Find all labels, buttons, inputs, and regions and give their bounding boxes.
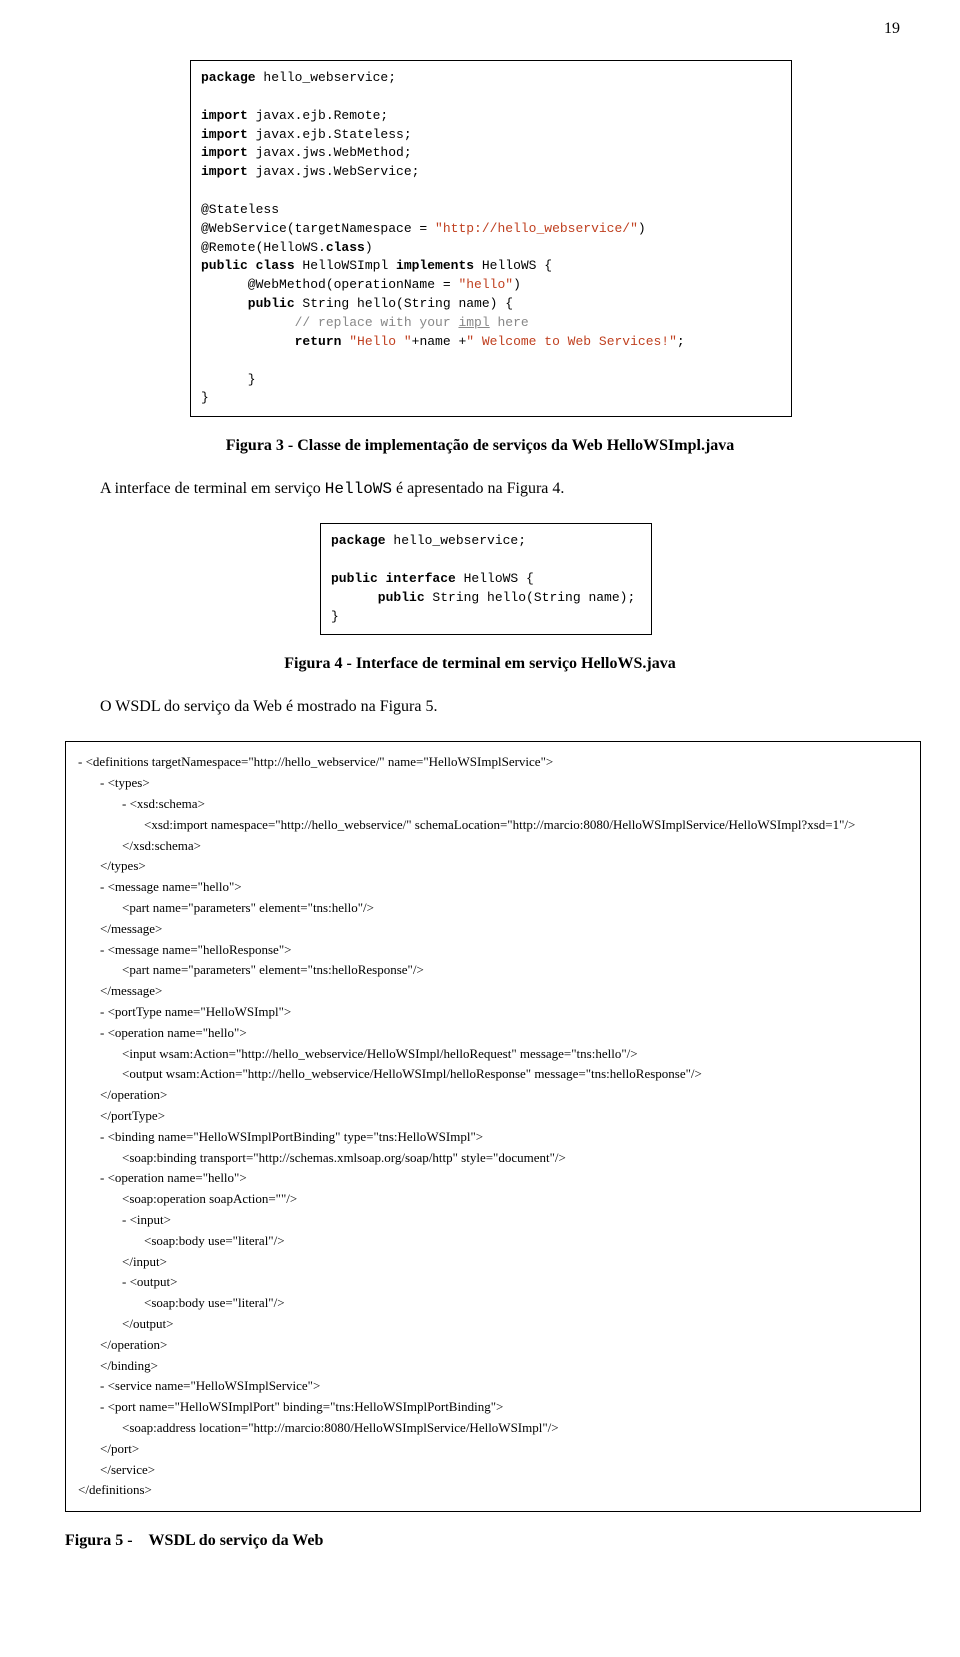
code-string: " Welcome to Web Services!" [466,334,677,349]
wsdl-line: </binding> [100,1356,908,1377]
code-kw: import [201,127,248,142]
caption-text: Figura 4 - Interface de terminal em serv… [284,655,675,672]
code-comment: impl [458,315,489,330]
code-text: HelloWS { [456,571,534,586]
wsdl-line: <xsd:import namespace="http://hello_webs… [144,815,908,836]
wsdl-line: - <operation name="hello"> [100,1168,908,1189]
wsdl-line: </service> [100,1460,908,1481]
wsdl-line: - <binding name="HelloWSImplPortBinding"… [100,1127,908,1148]
wsdl-line: - <service name="HelloWSImplService"> [100,1376,908,1397]
figure-4-caption: Figura 4 - Interface de terminal em serv… [60,655,900,673]
code-listing-1: package hello_webservice; import javax.e… [190,60,792,417]
wsdl-line: </output> [122,1314,908,1335]
code-kw: public [331,590,425,605]
caption-label: Figura 5 - [65,1532,137,1549]
wsdl-line: <soap:address location="http://marcio:80… [122,1418,908,1439]
wsdl-line: </message> [100,981,908,1002]
code-comment: // replace with your [201,315,458,330]
code-text: @Stateless [201,202,279,217]
wsdl-line: - <portType name="HelloWSImpl"> [100,1002,908,1023]
code-text: javax.jws.WebMethod; [248,145,412,160]
wsdl-line: - <message name="helloResponse"> [100,940,908,961]
code-string: "hello" [458,277,513,292]
code-text: javax.ejb.Stateless; [248,127,412,142]
code-kw: class [326,240,365,255]
wsdl-line: <output wsam:Action="http://hello_webser… [122,1064,908,1085]
wsdl-line: </types> [100,856,908,877]
inline-code: HelloWS [325,480,392,498]
wsdl-line: </input> [122,1252,908,1273]
wsdl-line: <input wsam:Action="http://hello_webserv… [122,1044,908,1065]
wsdl-line: <soap:operation soapAction=""/> [122,1189,908,1210]
wsdl-line: - <operation name="hello"> [100,1023,908,1044]
wsdl-line: <soap:body use="literal"/> [144,1231,908,1252]
code-kw: import [201,164,248,179]
text: é apresentado na Figura 4. [392,480,564,497]
wsdl-line: <part name="parameters" element="tns:hel… [122,898,908,919]
code-text: } [331,609,339,624]
wsdl-line: </operation> [100,1335,908,1356]
wsdl-line: - <types> [100,773,908,794]
figure-3-caption: Figura 3 - Classe de implementação de se… [60,437,900,455]
code-text: @WebService(targetNamespace = [201,221,435,236]
code-text: } [201,372,256,387]
code-text: javax.jws.WebService; [248,164,420,179]
code-text: String hello(String name) { [295,296,513,311]
paragraph-2: O WSDL do serviço da Web é mostrado na F… [60,698,900,716]
wsdl-line: <part name="parameters" element="tns:hel… [122,960,908,981]
code-text: +name + [412,334,467,349]
wsdl-line: </portType> [100,1106,908,1127]
code-text: @Remote(HelloWS. [201,240,326,255]
wsdl-line: - <output> [122,1272,908,1293]
wsdl-line: - <definitions targetNamespace="http://h… [78,752,908,773]
code-text: String hello(String name); [425,590,636,605]
code-text: } [201,390,209,405]
code-string: "http://hello_webservice/" [435,221,638,236]
wsdl-line: </message> [100,919,908,940]
code-comment: here [490,315,529,330]
code-string: "Hello " [349,334,411,349]
caption-text: WSDL do serviço da Web [149,1532,324,1549]
code-text: hello_webservice; [386,533,526,548]
wsdl-line: - <xsd:schema> [122,794,908,815]
code-text: HelloWSImpl [295,258,396,273]
page-container: 19 package hello_webservice; import java… [0,0,960,1590]
wsdl-line: </operation> [100,1085,908,1106]
code-kw: public [201,296,295,311]
code-kw: import [201,145,248,160]
text: A interface de terminal em serviço [100,480,325,497]
code-text: HelloWS { [474,258,552,273]
wsdl-line: - <message name="hello"> [100,877,908,898]
code-kw: import [201,108,248,123]
code-text: javax.ejb.Remote; [248,108,388,123]
wsdl-line: - <input> [122,1210,908,1231]
code-kw: implements [396,258,474,273]
wsdl-line: </port> [100,1439,908,1460]
wsdl-listing: - <definitions targetNamespace="http://h… [65,741,921,1512]
wsdl-line: - <port name="HelloWSImplPort" binding="… [100,1397,908,1418]
wsdl-line: </xsd:schema> [122,836,908,857]
page-number: 19 [884,20,900,38]
code-listing-2: package hello_webservice; public interfa… [320,523,652,635]
code-kw: return [201,334,349,349]
wsdl-line: <soap:body use="literal"/> [144,1293,908,1314]
figure-5-caption: Figura 5 - WSDL do serviço da Web [65,1532,900,1550]
code-kw: public interface [331,571,456,586]
text: O WSDL do serviço da Web é mostrado na F… [100,698,437,715]
code-text: hello_webservice; [256,70,396,85]
caption-text: Figura 3 - Classe de implementação de se… [226,437,735,454]
code-kw: package [331,533,386,548]
code-kw: package [201,70,256,85]
wsdl-line: <soap:binding transport="http://schemas.… [122,1148,908,1169]
code-text: ) [638,221,646,236]
code-kw: public class [201,258,295,273]
wsdl-line: </definitions> [78,1480,908,1501]
code-text: @WebMethod(operationName = [201,277,458,292]
code-text: ; [677,334,685,349]
code-text: ) [365,240,373,255]
code-text: ) [513,277,521,292]
paragraph-1: A interface de terminal em serviço Hello… [60,480,900,498]
